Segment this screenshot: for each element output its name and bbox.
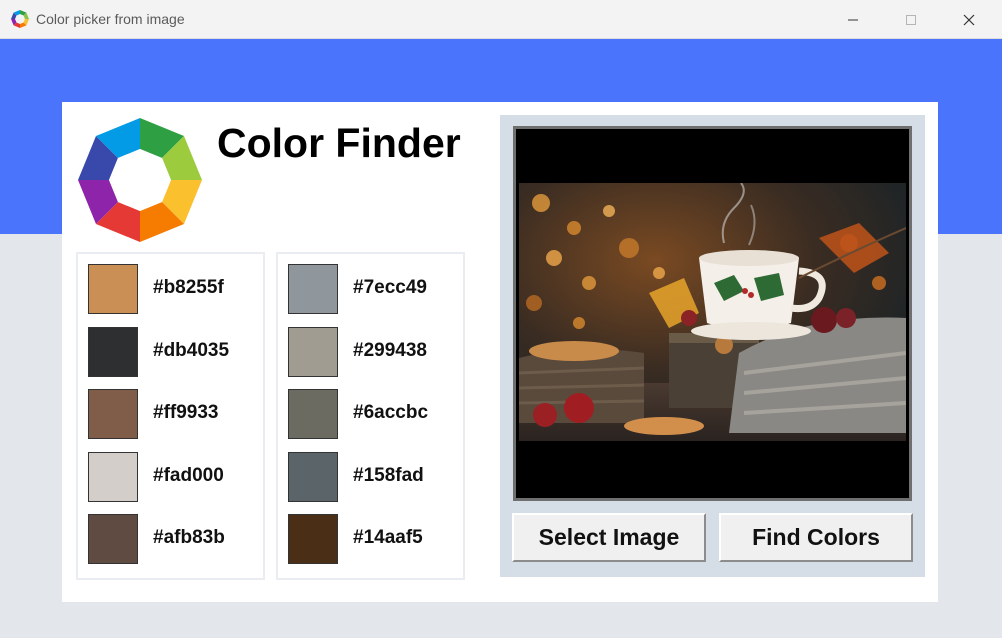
color-swatch xyxy=(88,327,138,377)
title-bar: Color picker from image xyxy=(0,0,1002,39)
select-image-button[interactable]: Select Image xyxy=(512,513,706,562)
festive-tea-cup-photo xyxy=(519,183,906,441)
color-swatch xyxy=(88,264,138,314)
color-swatch-row: #7ecc49 xyxy=(288,264,458,316)
color-swatch xyxy=(288,327,338,377)
color-swatch-row: #6accbc xyxy=(288,389,458,441)
page-title: Color Finder xyxy=(217,120,461,166)
image-preview-frame xyxy=(513,126,912,501)
color-swatch xyxy=(88,389,138,439)
color-swatch xyxy=(88,514,138,564)
color-swatch-row: #14aaf5 xyxy=(288,514,458,566)
hex-label: #158fad xyxy=(353,465,424,486)
palette-column-2: #7ecc49 #299438 #6accbc #158fad #14aaf5 xyxy=(276,252,465,580)
color-wheel-logo xyxy=(78,118,202,242)
color-swatch-row: #b8255f xyxy=(88,264,258,316)
close-button[interactable] xyxy=(946,0,992,39)
color-swatch-row: #fad000 xyxy=(88,452,258,504)
maximize-icon xyxy=(906,14,916,25)
close-icon xyxy=(963,14,975,25)
color-swatch-row: #ff9933 xyxy=(88,389,258,441)
hex-label: #14aaf5 xyxy=(353,527,423,548)
hex-label: #7ecc49 xyxy=(353,277,427,298)
color-wheel-icon xyxy=(11,10,29,28)
window-title: Color picker from image xyxy=(36,11,185,27)
color-swatch-row: #158fad xyxy=(288,452,458,504)
hex-label: #fad000 xyxy=(153,465,224,486)
minimize-button[interactable] xyxy=(830,0,876,39)
hex-label: #299438 xyxy=(353,340,427,361)
color-swatch xyxy=(288,389,338,439)
color-swatch xyxy=(288,452,338,502)
color-swatch xyxy=(288,514,338,564)
minimize-icon xyxy=(848,19,858,20)
hex-label: #ff9933 xyxy=(153,402,219,423)
color-swatch xyxy=(88,452,138,502)
find-colors-button[interactable]: Find Colors xyxy=(719,513,913,562)
hex-label: #afb83b xyxy=(153,527,225,548)
color-swatch-row: #299438 xyxy=(288,327,458,379)
hex-label: #db4035 xyxy=(153,340,230,361)
color-swatch-row: #afb83b xyxy=(88,514,258,566)
maximize-button[interactable] xyxy=(888,0,934,39)
hex-label: #b8255f xyxy=(153,277,224,298)
color-swatch-row: #db4035 xyxy=(88,327,258,379)
color-swatch xyxy=(288,264,338,314)
hex-label: #6accbc xyxy=(353,402,429,423)
palette-column-1: #b8255f #db4035 #ff9933 #fad000 #afb83b xyxy=(76,252,265,580)
